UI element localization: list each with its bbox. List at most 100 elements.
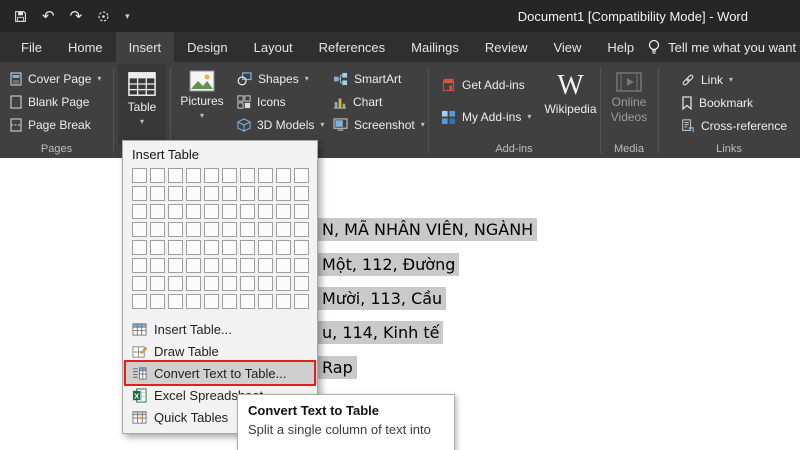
table-size-cell[interactable] — [240, 186, 255, 201]
table-size-cell[interactable] — [222, 294, 237, 309]
document-text-line[interactable]: N, MÃ NHÂN VIÊN, NGÀNH — [318, 218, 538, 241]
table-size-cell[interactable] — [258, 168, 273, 183]
table-size-cell[interactable] — [204, 276, 219, 291]
table-size-cell[interactable] — [186, 168, 201, 183]
table-size-cell[interactable] — [186, 240, 201, 255]
table-button[interactable]: Table ▾ — [118, 64, 166, 144]
document-text-line[interactable]: Mười, 113, Cầu — [318, 287, 447, 310]
table-size-cell[interactable] — [276, 222, 291, 237]
table-size-cell[interactable] — [222, 222, 237, 237]
table-size-cell[interactable] — [186, 204, 201, 219]
table-size-cell[interactable] — [168, 204, 183, 219]
menu-item-convert-text-to-table[interactable]: Convert Text to Table... — [123, 360, 317, 386]
table-size-cell[interactable] — [294, 294, 309, 309]
table-size-cell[interactable] — [204, 258, 219, 273]
table-size-cell[interactable] — [240, 258, 255, 273]
table-size-cell[interactable] — [132, 222, 147, 237]
table-size-cell[interactable] — [168, 258, 183, 273]
menu-item-draw-table[interactable]: Draw Table — [123, 340, 317, 362]
table-size-cell[interactable] — [150, 294, 165, 309]
table-size-cell[interactable] — [240, 204, 255, 219]
table-size-cell[interactable] — [258, 294, 273, 309]
table-size-cell[interactable] — [132, 276, 147, 291]
save-icon[interactable] — [14, 10, 27, 23]
undo-icon[interactable]: ↶ — [42, 9, 55, 24]
table-size-cell[interactable] — [240, 276, 255, 291]
get-addins-button[interactable]: Get Add-ins — [438, 75, 534, 94]
table-size-cell[interactable] — [258, 222, 273, 237]
document-text-line[interactable]: Một, 112, Đường — [318, 253, 460, 276]
table-size-cell[interactable] — [276, 168, 291, 183]
table-size-cell[interactable] — [294, 258, 309, 273]
table-size-cell[interactable] — [168, 222, 183, 237]
table-size-cell[interactable] — [240, 240, 255, 255]
table-size-cell[interactable] — [168, 294, 183, 309]
table-size-cell[interactable] — [276, 204, 291, 219]
document-text-line[interactable]: u, 114, Kinh tế — [318, 321, 444, 344]
customize-qat-chevron-icon[interactable]: ▾ — [125, 11, 130, 21]
table-size-cell[interactable] — [204, 240, 219, 255]
table-size-cell[interactable] — [222, 240, 237, 255]
table-size-cell[interactable] — [222, 204, 237, 219]
table-size-cell[interactable] — [204, 222, 219, 237]
tab-references[interactable]: References — [306, 32, 398, 62]
table-size-cell[interactable] — [186, 276, 201, 291]
smartart-button[interactable]: SmartArt — [330, 69, 428, 88]
table-size-cell[interactable] — [276, 240, 291, 255]
table-size-cell[interactable] — [276, 186, 291, 201]
table-size-cell[interactable] — [204, 204, 219, 219]
table-size-cell[interactable] — [186, 186, 201, 201]
table-size-cell[interactable] — [168, 240, 183, 255]
shapes-button[interactable]: Shapes ▾ — [234, 69, 327, 88]
table-size-cell[interactable] — [168, 168, 183, 183]
online-videos-button[interactable]: Online Videos — [604, 66, 654, 146]
tab-home[interactable]: Home — [55, 32, 116, 62]
table-size-cell[interactable] — [150, 204, 165, 219]
menu-item-insert-table[interactable]: Insert Table... — [123, 318, 317, 340]
table-size-cell[interactable] — [294, 240, 309, 255]
table-size-cell[interactable] — [204, 168, 219, 183]
tab-review[interactable]: Review — [472, 32, 541, 62]
table-size-cell[interactable] — [132, 258, 147, 273]
tab-view[interactable]: View — [540, 32, 594, 62]
wikipedia-button[interactable]: W Wikipedia — [543, 66, 598, 142]
table-size-cell[interactable] — [222, 276, 237, 291]
table-size-cell[interactable] — [168, 276, 183, 291]
table-size-cell[interactable] — [132, 168, 147, 183]
table-size-cell[interactable] — [150, 186, 165, 201]
table-size-cell[interactable] — [168, 186, 183, 201]
blank-page-button[interactable]: Blank Page — [7, 92, 104, 111]
table-size-cell[interactable] — [294, 204, 309, 219]
ink-mode-icon[interactable] — [97, 10, 110, 23]
table-size-cell[interactable] — [276, 294, 291, 309]
table-size-cell[interactable] — [132, 294, 147, 309]
table-size-cell[interactable] — [240, 222, 255, 237]
screenshot-button[interactable]: Screenshot ▾ — [330, 115, 428, 134]
cross-reference-button[interactable]: Cross-reference — [678, 116, 790, 135]
table-size-cell[interactable] — [150, 222, 165, 237]
redo-icon[interactable]: ↷ — [70, 9, 83, 24]
table-size-cell[interactable] — [132, 204, 147, 219]
table-size-cell[interactable] — [150, 168, 165, 183]
table-size-cell[interactable] — [240, 168, 255, 183]
table-size-cell[interactable] — [294, 168, 309, 183]
table-size-cell[interactable] — [276, 276, 291, 291]
table-size-cell[interactable] — [222, 168, 237, 183]
table-size-cell[interactable] — [186, 294, 201, 309]
table-size-cell[interactable] — [276, 258, 291, 273]
tab-insert[interactable]: Insert — [115, 32, 175, 62]
table-size-cell[interactable] — [258, 258, 273, 273]
page-break-button[interactable]: Page Break — [7, 115, 104, 134]
link-button[interactable]: Link ▾ — [678, 70, 790, 89]
tab-design[interactable]: Design — [174, 32, 240, 62]
table-size-cell[interactable] — [150, 276, 165, 291]
document-text-line[interactable]: Rap — [318, 356, 357, 379]
chart-button[interactable]: Chart — [330, 92, 428, 111]
table-size-cell[interactable] — [132, 240, 147, 255]
tell-me-box[interactable]: Tell me what you want to d — [647, 32, 800, 62]
cover-page-button[interactable]: Cover Page ▾ — [7, 69, 104, 88]
table-size-cell[interactable] — [258, 204, 273, 219]
table-size-cell[interactable] — [150, 240, 165, 255]
table-size-cell[interactable] — [294, 186, 309, 201]
table-size-cell[interactable] — [258, 240, 273, 255]
